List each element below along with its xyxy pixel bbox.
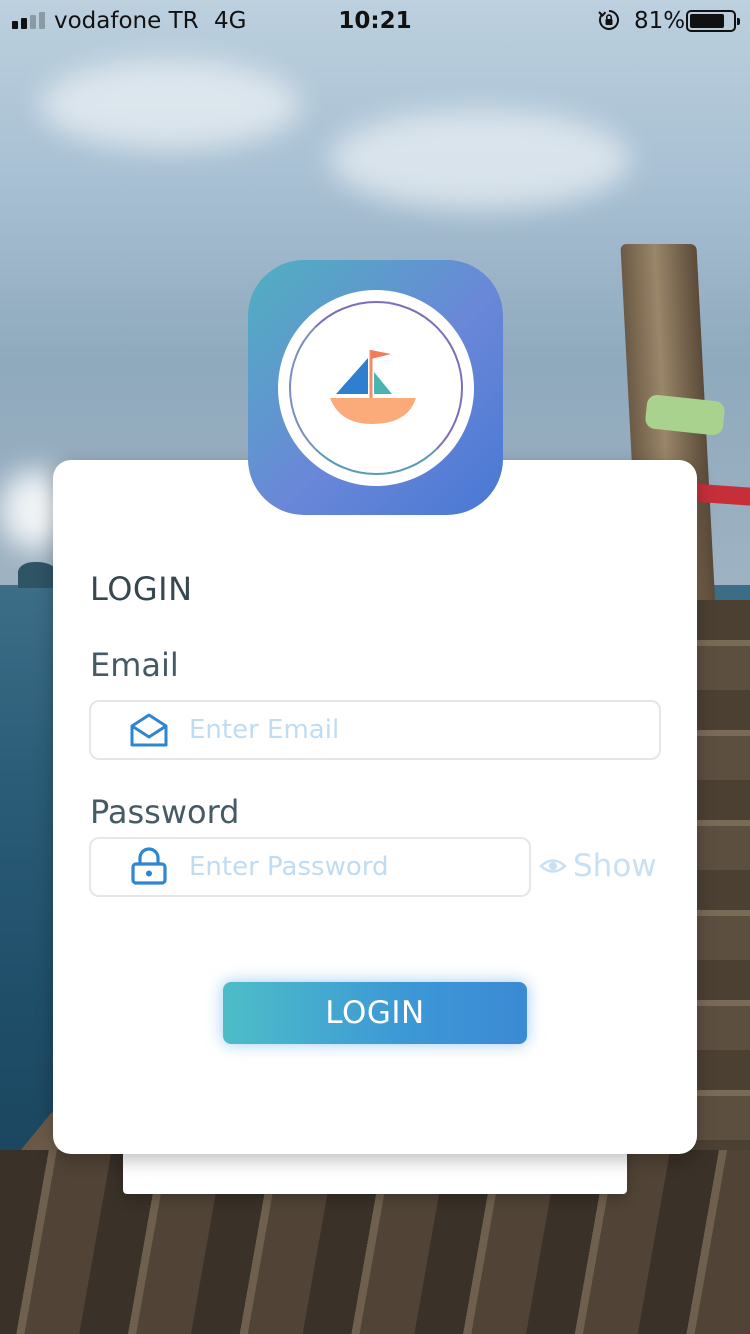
envelope-icon [130,713,168,747]
lock-icon [131,847,167,885]
login-button[interactable]: LOGIN [223,982,527,1044]
cloud [330,110,630,210]
login-title: LOGIN [90,570,193,608]
email-field[interactable] [89,700,661,760]
logo-ring [288,300,463,475]
email-input[interactable] [189,712,647,748]
cloud [40,60,300,150]
show-label: Show [573,848,657,884]
island [18,562,58,588]
orientation-lock-icon [598,10,619,30]
email-label: Email [90,646,179,684]
sailboat-logo-icon [329,349,416,424]
password-input[interactable] [189,849,517,885]
status-bar: vodafone TR 4G 10:21 81% [0,0,750,40]
logo-circle [277,289,474,486]
eye-icon [539,859,567,873]
battery-percent: 81% [634,8,686,34]
battery-fill [690,14,725,28]
password-field[interactable] [89,837,531,897]
show-password-toggle[interactable]: Show [539,848,657,884]
battery-icon [686,10,740,32]
app-logo [248,260,503,515]
password-label: Password [90,793,240,831]
